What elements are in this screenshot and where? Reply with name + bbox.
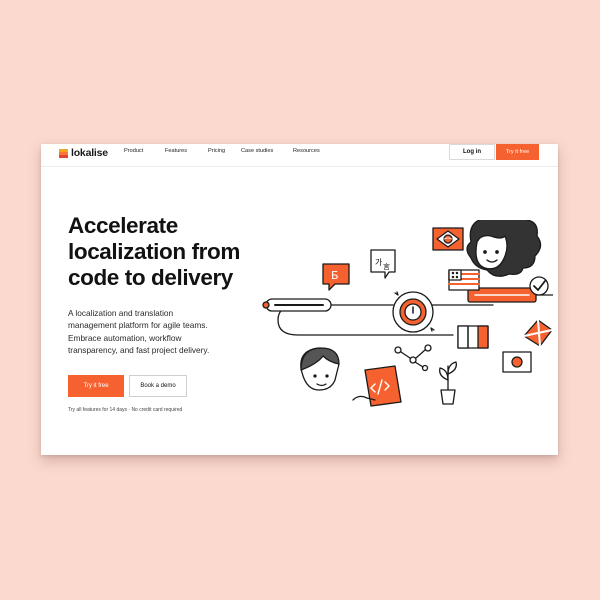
clock-sync-icon bbox=[392, 291, 435, 333]
hero-subtext: A localization and translation managemen… bbox=[68, 307, 268, 356]
cjk-glyph: 言 bbox=[383, 262, 390, 271]
person-curly-hair-icon bbox=[466, 220, 542, 277]
flag-brazil-icon bbox=[432, 227, 464, 251]
subtext-line: transparency, and fast project delivery. bbox=[68, 344, 210, 355]
lokalise-logo[interactable]: lokalise bbox=[59, 146, 108, 160]
korean-glyph: 가 bbox=[375, 258, 383, 267]
speech-bubble-korean-icon: 가 言 bbox=[370, 249, 396, 279]
flag-usa-icon bbox=[448, 269, 480, 291]
subtext-line: Embrace automation, workflow bbox=[68, 332, 182, 343]
flag-france-icon bbox=[457, 325, 489, 349]
trial-footnote: Try all features for 14 days · No credit… bbox=[68, 407, 183, 413]
network-nodes-icon bbox=[394, 344, 432, 372]
code-tablet-icon bbox=[352, 365, 402, 407]
login-button[interactable]: Log in bbox=[449, 144, 495, 160]
cyrillic-glyph: Б bbox=[331, 269, 339, 282]
nav-link-pricing[interactable]: Pricing bbox=[208, 148, 225, 154]
plant-icon bbox=[439, 361, 457, 405]
subtext-line: A localization and translation bbox=[68, 308, 174, 318]
logo-mark-icon bbox=[59, 148, 68, 158]
nav-link-product[interactable]: Product bbox=[124, 148, 143, 154]
hero-illustration: Б 가 言 bbox=[262, 220, 553, 407]
flag-uk-icon bbox=[523, 319, 553, 347]
flag-japan-icon bbox=[502, 351, 532, 373]
nav-link-resources[interactable]: Resources bbox=[293, 148, 320, 154]
logo-text: lokalise bbox=[71, 147, 108, 159]
top-navigation: lokalise Product Features Pricing Case s… bbox=[41, 144, 558, 167]
nav-link-features[interactable]: Features bbox=[165, 148, 187, 154]
browser-window: lokalise Product Features Pricing Case s… bbox=[41, 144, 558, 455]
speech-bubble-cyrillic-icon: Б bbox=[322, 263, 350, 291]
progress-bar-left-icon bbox=[262, 298, 332, 312]
hero-try-free-button[interactable]: Try it free bbox=[68, 375, 124, 397]
checkmark-icon bbox=[529, 276, 549, 296]
book-demo-button[interactable]: Book a demo bbox=[129, 375, 187, 397]
subtext-line: management platform for agile teams. bbox=[68, 320, 208, 331]
person-short-hair-icon bbox=[300, 347, 340, 391]
nav-try-free-button[interactable]: Try it free bbox=[496, 144, 539, 160]
nav-link-case-studies[interactable]: Case studies bbox=[241, 148, 273, 154]
